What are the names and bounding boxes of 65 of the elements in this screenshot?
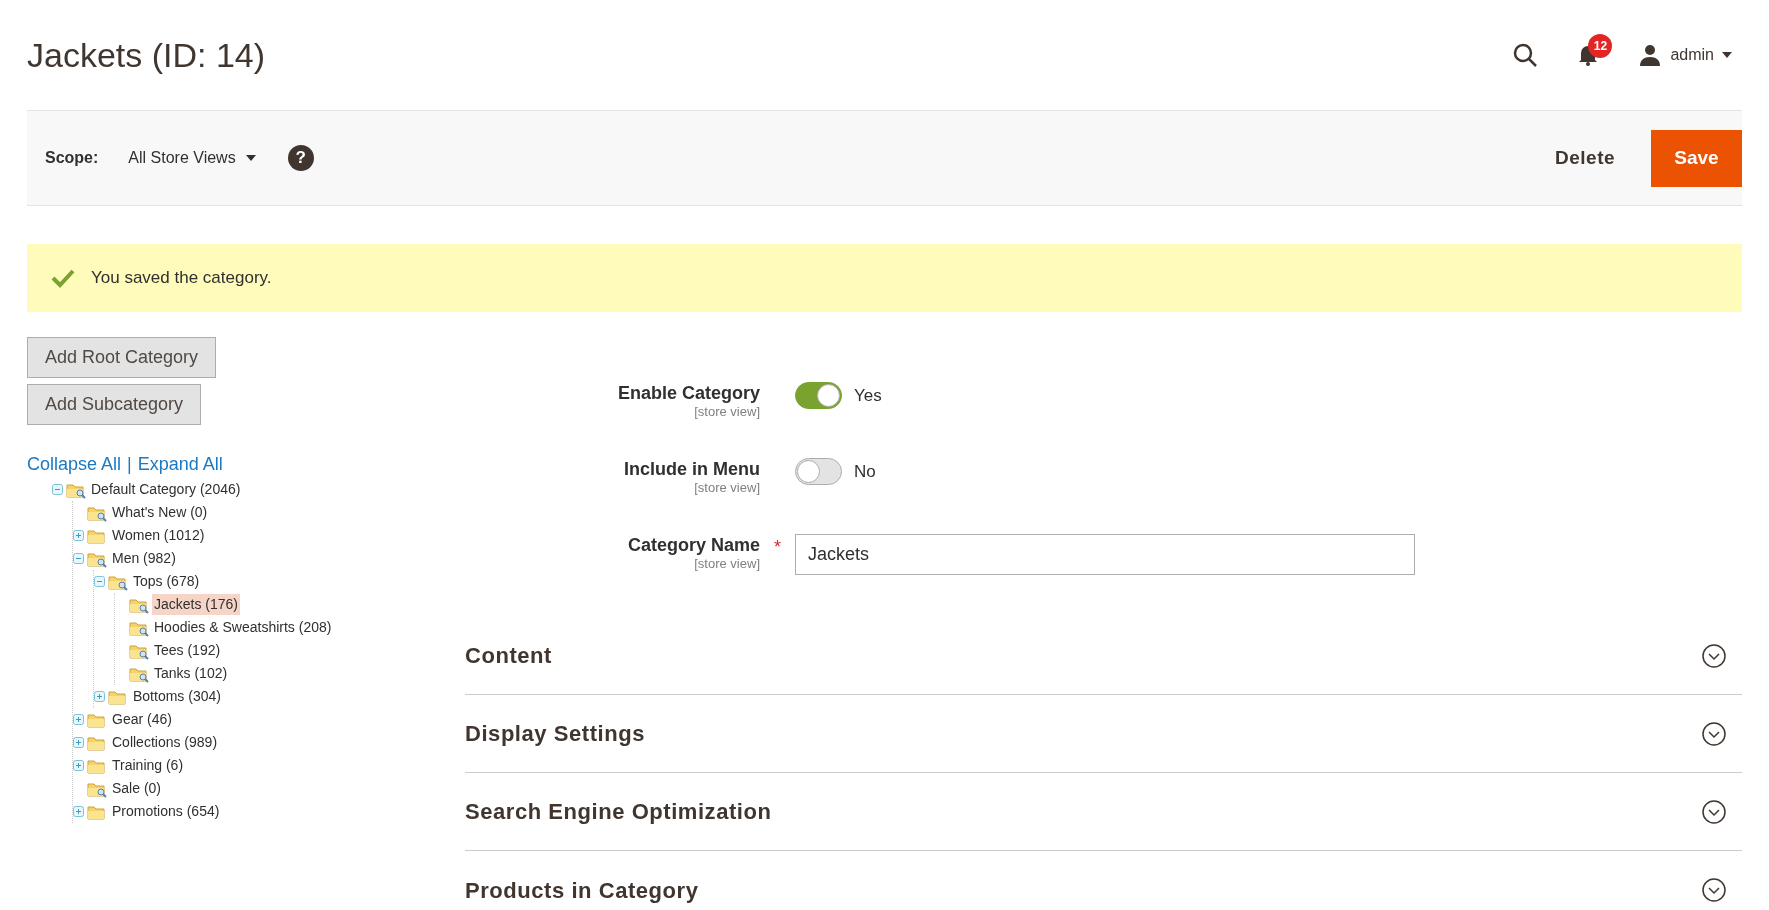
delete-button[interactable]: Delete (1555, 143, 1615, 173)
collapse-all-link[interactable]: Collapse All (27, 451, 122, 478)
field-label: Include in Menu (624, 458, 760, 480)
expand-icon[interactable] (94, 691, 105, 702)
chevron-icon (1702, 721, 1726, 746)
chevron-icon (1702, 799, 1726, 824)
scope-dropdown[interactable]: All Store Views (128, 146, 256, 170)
tree-item[interactable]: Sale (0) (110, 778, 164, 799)
field-label: Enable Category (617, 382, 760, 404)
tree-item[interactable]: Collections (989) (110, 732, 220, 753)
help-button[interactable]: ? (287, 145, 314, 171)
tree-item[interactable]: Bottoms (304) (131, 686, 223, 707)
expand-icon[interactable] (73, 737, 84, 748)
search-icon[interactable] (1512, 42, 1539, 68)
required-mark: * (774, 537, 781, 557)
tree-item[interactable]: Tops (678) (131, 571, 202, 592)
check-icon (51, 268, 75, 288)
expand-icon[interactable] (73, 530, 84, 541)
scope-note: [store view] (694, 556, 760, 572)
section-title: Search Engine Optimization (465, 798, 772, 826)
add-category-button[interactable]: Add Subcategory (27, 384, 202, 425)
notification-badge: 12 (1588, 34, 1613, 58)
expand-icon[interactable] (73, 806, 84, 817)
tree-item[interactable]: Women (1012) (110, 525, 207, 546)
scope-note: [store view] (694, 480, 760, 496)
collapse-icon[interactable] (94, 576, 105, 587)
tree-item[interactable]: Men (982) (110, 548, 178, 569)
toggle-value: No (854, 460, 876, 483)
expand-icon[interactable] (73, 714, 84, 725)
tree-item[interactable]: Hoodies & Sweatshirts (208) (152, 617, 334, 638)
collapse-icon[interactable] (52, 484, 63, 495)
user-icon (1638, 43, 1663, 67)
tree-item[interactable]: Tanks (102) (152, 663, 230, 684)
toggle-switch[interactable] (795, 458, 842, 485)
tree-item[interactable]: Default Category (2046) (89, 479, 243, 500)
toggle-value: Yes (854, 384, 882, 407)
add-category-button[interactable]: Add Root Category (27, 337, 217, 378)
save-button[interactable]: Save (1651, 129, 1742, 187)
collapsible-section[interactable]: Products in Category (465, 851, 1742, 910)
tree-item[interactable]: Gear (46) (110, 709, 174, 730)
section-title: Products in Category (465, 876, 699, 905)
scope-label: Scope: (45, 148, 99, 168)
message-text: You saved the category. (91, 267, 272, 290)
chevron-icon (1702, 878, 1726, 902)
expand-icon[interactable] (73, 760, 84, 771)
field-label: Category Name (627, 534, 760, 556)
scope-note: [store view] (694, 404, 760, 420)
user-menu[interactable]: admin (1638, 43, 1732, 67)
collapsible-section[interactable]: Display Settings (465, 695, 1742, 773)
tree-item[interactable]: Tees (192) (152, 640, 223, 661)
section-title: Display Settings (465, 720, 645, 748)
category-name-field[interactable]: Jackets (795, 534, 1415, 575)
page-title: Jackets (ID: 14) (27, 34, 266, 76)
collapsible-section[interactable]: Content (465, 617, 1742, 695)
collapsible-section[interactable]: Search Engine Optimization (465, 773, 1742, 851)
tree-item[interactable]: Jackets (176) (152, 594, 241, 615)
collapse-icon[interactable] (73, 553, 84, 564)
tree-item[interactable]: What's New (0) (110, 502, 210, 523)
chevron-icon (1702, 643, 1726, 668)
expand-all-link[interactable]: Expand All (137, 451, 223, 478)
tree-item[interactable]: Promotions (654) (110, 801, 222, 822)
toggle-switch[interactable] (795, 382, 842, 409)
section-title: Content (465, 642, 552, 670)
tree-item[interactable]: Training (6) (110, 755, 186, 776)
link-separator: | (127, 453, 132, 476)
